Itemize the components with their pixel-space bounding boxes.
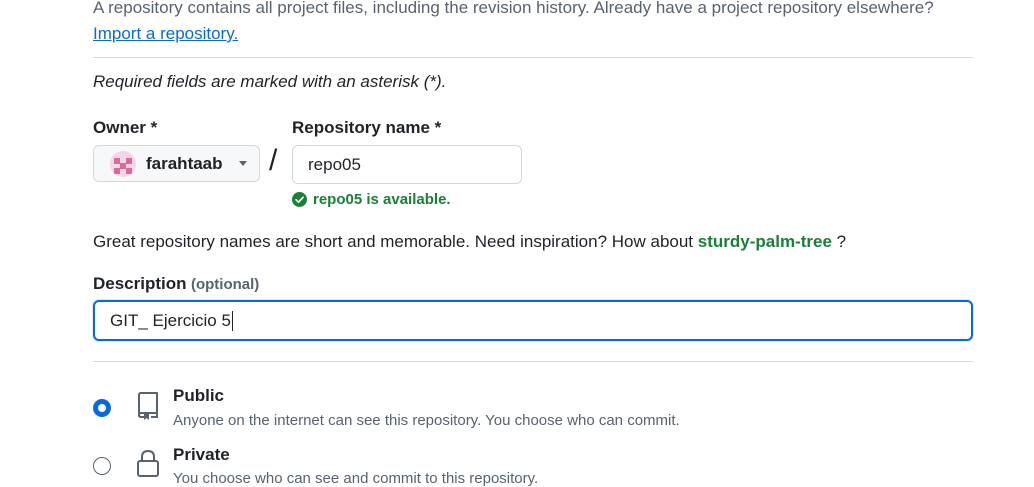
divider [93,361,973,362]
avatar [110,150,136,177]
required-fields-note: Required fields are marked with an aster… [93,72,447,91]
repository-name-input[interactable]: repo05 [292,145,522,184]
description-input[interactable]: GIT_ Ejercicio 5 [93,300,973,341]
suggestion-text: Great repository names are short and mem… [93,232,694,251]
divider [93,57,973,58]
private-title: Private [173,445,230,464]
description-label-text: Description [93,274,187,293]
private-radio[interactable] [93,457,111,475]
owner-name: farahtaab [146,153,223,173]
name-suggestion: Great repository names are short and mem… [93,232,846,252]
lock-icon [137,449,159,477]
repository-name-label: Repository name * [292,118,442,137]
owner-label: Owner * [93,118,158,137]
intro-text: A repository contains all project files,… [93,0,934,17]
availability-text: repo05 is available. [313,191,451,208]
chevron-down-icon [238,161,247,166]
text-cursor [231,310,233,331]
check-circle-icon [292,192,307,207]
suggested-name-link[interactable]: sturdy-palm-tree [698,232,832,251]
public-description: Anyone on the internet can see this repo… [173,412,680,429]
repository-name-value: repo05 [308,154,361,174]
private-description: You choose who can see and commit to thi… [173,470,539,487]
import-repository-link[interactable]: Import a repository. [93,24,238,44]
optional-hint: (optional) [190,276,260,293]
description-value: GIT_ Ejercicio 5 [110,310,231,330]
description-label: Description (optional) [93,274,259,294]
public-title: Public [173,386,225,405]
availability-status: repo05 is available. [292,191,451,208]
repo-icon [138,392,158,420]
path-separator: / [269,144,278,177]
owner-select-button[interactable]: farahtaab [93,145,260,182]
public-radio[interactable] [93,399,111,417]
suggestion-suffix: ? [836,232,847,251]
